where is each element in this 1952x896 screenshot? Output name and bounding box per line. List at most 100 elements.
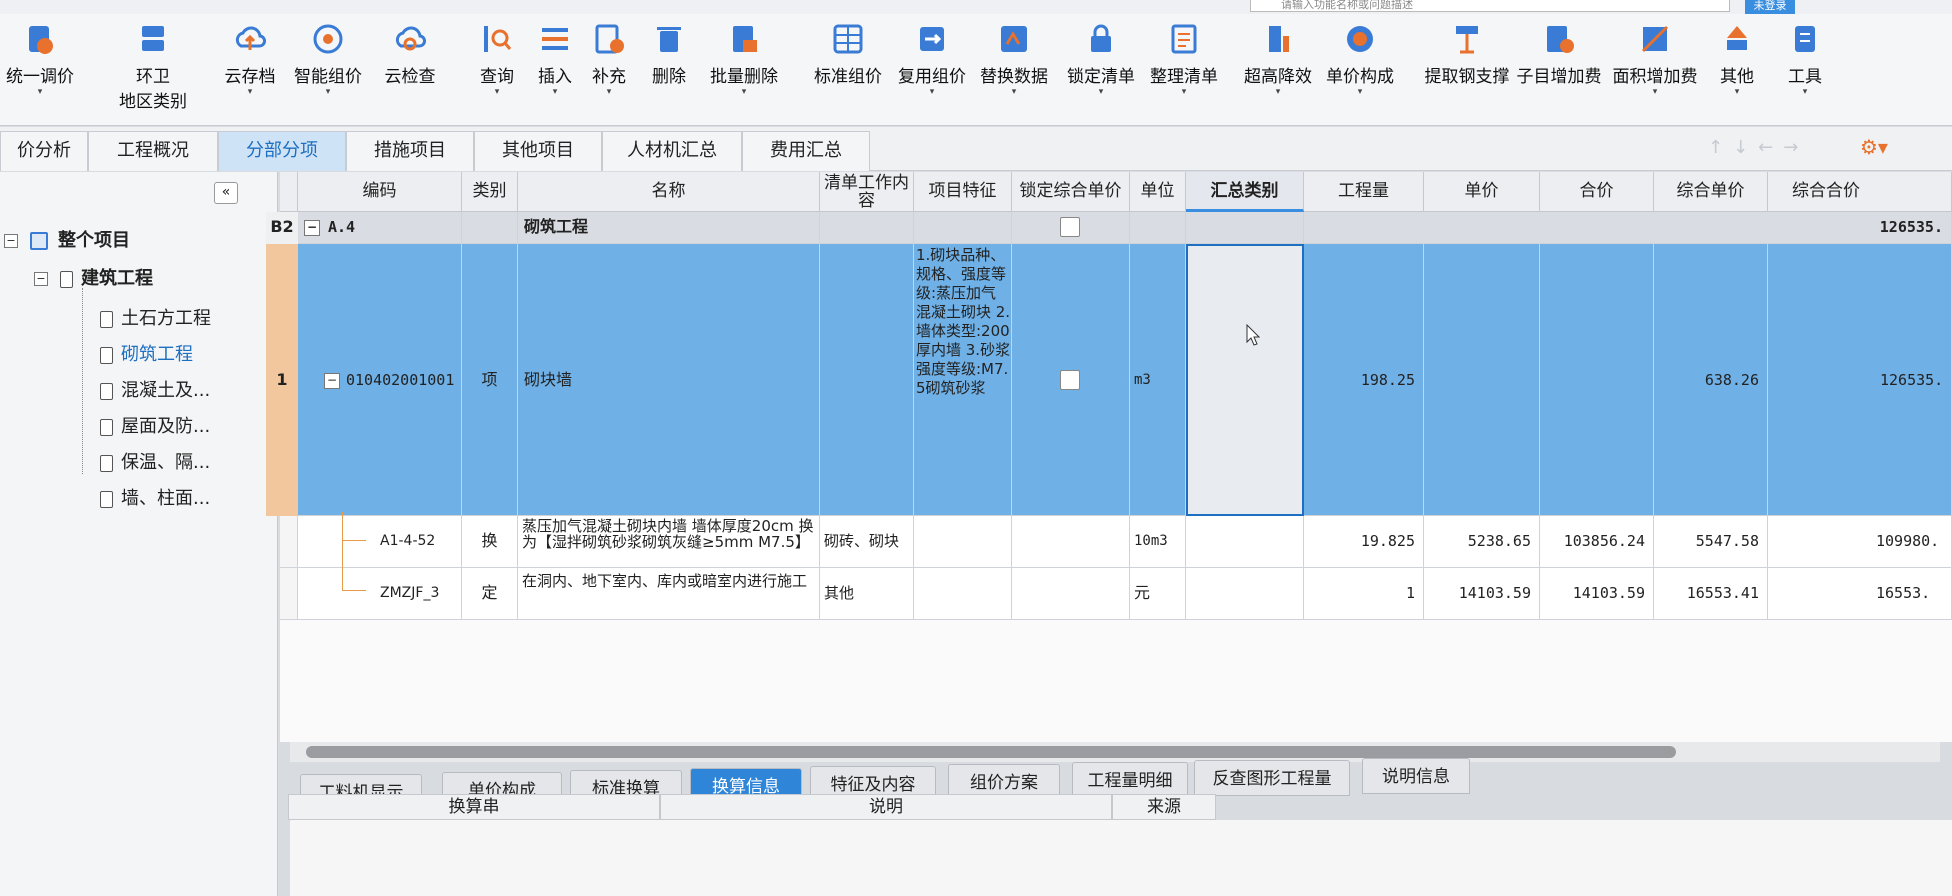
collapse-panel-button[interactable]: « <box>214 182 238 204</box>
tree-item-wall[interactable]: 墙、柱面... <box>100 484 210 510</box>
sub-unit-price[interactable]: 14103.59 <box>1424 568 1540 620</box>
tree-item-earthwork[interactable]: 土石方工程 <box>100 304 211 330</box>
header-comprehensive-price[interactable]: 综合单价 <box>1654 172 1768 212</box>
item-comprehensive-total[interactable]: 126535. <box>1768 244 1952 516</box>
lock-price-checkbox[interactable] <box>1060 217 1080 237</box>
insert-button[interactable]: 插入 ▾ <box>532 22 578 97</box>
item-quantity[interactable]: 198.25 <box>1304 244 1424 516</box>
supplement-button[interactable]: 补充 ▾ <box>586 22 632 97</box>
header-quantity[interactable]: 工程量 <box>1304 172 1424 212</box>
tree-root[interactable]: − 整个项目 <box>4 226 130 252</box>
sub-total-price[interactable]: 14103.59 <box>1540 568 1654 620</box>
tab-material-summary[interactable]: 人材机汇总 <box>602 131 742 171</box>
replace-data-button[interactable]: 替换数据 ▾ <box>978 22 1050 97</box>
header-total-price[interactable]: 合价 <box>1540 172 1654 212</box>
login-button[interactable]: 未登录 <box>1745 0 1795 14</box>
sub-unit-price[interactable]: 5238.65 <box>1424 516 1540 568</box>
collapse-icon[interactable]: − <box>304 219 320 236</box>
sub-comprehensive-total[interactable]: 16553. <box>1768 568 1952 620</box>
item-type[interactable]: 项 <box>462 244 518 516</box>
item-work-content[interactable] <box>820 244 914 516</box>
tab-measures[interactable]: 措施项目 <box>346 131 474 171</box>
sub-comprehensive-price[interactable]: 5547.58 <box>1654 516 1768 568</box>
sub-name[interactable]: 在洞内、地下室内、库内或暗室内进行施工 <box>518 568 820 620</box>
sub-comprehensive-total[interactable]: 109980. <box>1768 516 1952 568</box>
tab-overview[interactable]: 工程概况 <box>88 131 218 171</box>
sub-unit[interactable]: 元 <box>1130 568 1186 620</box>
sub-name[interactable]: 蒸压加气混凝土砌块内墙 墙体厚度20cm 换为【湿拌砌筑砂浆砌筑灰缝≥5mm M… <box>518 516 820 568</box>
settings-icon[interactable]: ⚙▾ <box>1860 135 1888 159</box>
tab-cost-summary[interactable]: 费用汇总 <box>742 131 870 171</box>
sub-item-fee-button[interactable]: 子目增加费 <box>1516 22 1602 87</box>
tab-reverse-lookup[interactable]: 反查图形工程量 <box>1194 760 1350 796</box>
super-height-button[interactable]: 超高降效 ▾ <box>1240 22 1316 97</box>
cloud-check-button[interactable]: 云检查 <box>380 22 440 87</box>
unit-price-composition-button[interactable]: 单价构成 ▾ <box>1322 22 1398 97</box>
tree-item-insulation[interactable]: 保温、隔... <box>100 448 210 474</box>
region-category-button[interactable]: 环卫 地区类别 <box>108 22 198 112</box>
organize-list-button[interactable]: 整理清单 ▾ <box>1146 22 1222 97</box>
sub-work-content[interactable]: 其他 <box>820 568 914 620</box>
unified-price-button[interactable]: 统一调价 ▾ <box>0 22 80 97</box>
lock-price-checkbox[interactable] <box>1060 370 1080 390</box>
sub-quantity[interactable]: 19.825 <box>1304 516 1424 568</box>
standard-pricing-button[interactable]: 标准组价 <box>810 22 886 87</box>
header-unit[interactable]: 单位 <box>1130 172 1186 212</box>
reuse-pricing-button[interactable]: 复用组价 ▾ <box>894 22 970 97</box>
item-unit[interactable]: m3 <box>1130 244 1186 516</box>
area-fee-button[interactable]: 面积增加费 ▾ <box>1612 22 1698 97</box>
sub-quantity[interactable]: 1 <box>1304 568 1424 620</box>
item-comprehensive-price[interactable]: 638.26 <box>1654 244 1768 516</box>
delete-button[interactable]: 删除 <box>646 22 692 87</box>
tab-quantity-detail[interactable]: 工程量明细 <box>1072 762 1188 798</box>
batch-delete-button[interactable]: 批量删除 ▾ <box>706 22 782 97</box>
sub-code[interactable]: A1-4-52 <box>298 516 462 568</box>
header-type[interactable]: 类别 <box>462 172 518 212</box>
item-code[interactable]: −010402001001 <box>298 244 462 516</box>
sub-code[interactable]: ZMZJF_3 <box>298 568 462 620</box>
header-lock-price[interactable]: 锁定综合单价 <box>1012 172 1130 212</box>
scrollbar-thumb[interactable] <box>306 746 1676 758</box>
sub-unit[interactable]: 10m3 <box>1130 516 1186 568</box>
other-button[interactable]: 其他 ▾ <box>1712 22 1762 97</box>
item-name[interactable]: 砌块墙 <box>518 244 820 516</box>
tree-item-masonry[interactable]: 砌筑工程 <box>100 340 193 366</box>
header-unit-price[interactable]: 单价 <box>1424 172 1540 212</box>
sub-comprehensive-price[interactable]: 16553.41 <box>1654 568 1768 620</box>
nav-arrows-icon[interactable]: ↑↓←→ <box>1708 137 1808 158</box>
table-row[interactable]: ZMZJF_3 定 在洞内、地下室内、库内或暗室内进行施工 其他 元 1 141… <box>280 568 1952 620</box>
cloud-archive-button[interactable]: 云存档 ▾ <box>220 22 280 97</box>
collapse-icon[interactable]: − <box>34 272 48 286</box>
tools-button[interactable]: 工具 ▾ <box>1780 22 1830 97</box>
item-feature[interactable]: 1.砌块品种、规格、强度等级:蒸压加气混凝土砌块 2.墙体类型:200厚内墙 3… <box>914 244 1012 516</box>
extract-steel-support-button[interactable]: 提取钢支撑 <box>1422 22 1512 87</box>
horizontal-scrollbar[interactable] <box>290 742 1940 762</box>
tab-price-analysis[interactable]: 价分析 <box>0 131 88 171</box>
summary-type-cell-active[interactable] <box>1186 244 1304 516</box>
sub-total-price[interactable]: 103856.24 <box>1540 516 1654 568</box>
header-summary-type[interactable]: 汇总类别 <box>1186 172 1304 212</box>
lock-list-button[interactable]: 锁定清单 ▾ <box>1064 22 1138 97</box>
search-input[interactable]: 请输入功能名称或问题描述 <box>1250 0 1730 12</box>
tab-description[interactable]: 说明信息 <box>1362 758 1470 794</box>
sub-type[interactable]: 换 <box>462 516 518 568</box>
tree-item-roof[interactable]: 屋面及防... <box>100 412 210 438</box>
tree-item-concrete[interactable]: 混凝土及... <box>100 376 210 402</box>
tree-building[interactable]: − 建筑工程 <box>34 264 153 290</box>
query-button[interactable]: 查询 ▾ <box>474 22 520 97</box>
smart-pricing-button[interactable]: 智能组价 ▾ <box>288 22 368 97</box>
header-work-content[interactable]: 清单工作内容 <box>820 172 914 212</box>
collapse-icon[interactable]: − <box>4 234 18 248</box>
header-feature[interactable]: 项目特征 <box>914 172 1012 212</box>
sub-type[interactable]: 定 <box>462 568 518 620</box>
table-row-selected[interactable]: 1 −010402001001 项 砌块墙 1.砌块品种、规格、强度等级:蒸压加… <box>266 244 1952 516</box>
header-name[interactable]: 名称 <box>518 172 820 212</box>
tab-other-items[interactable]: 其他项目 <box>474 131 602 171</box>
collapse-icon[interactable]: − <box>324 372 340 389</box>
section-row[interactable]: B2 − A.4 砌筑工程 126535. <box>266 212 1952 244</box>
header-comprehensive-total[interactable]: 综合合价 <box>1768 172 1952 212</box>
table-row[interactable]: A1-4-52 换 蒸压加气混凝土砌块内墙 墙体厚度20cm 换为【湿拌砌筑砂浆… <box>280 516 1952 568</box>
tab-sub-items[interactable]: 分部分项 <box>218 131 346 171</box>
sub-work-content[interactable]: 砌砖、砌块 <box>820 516 914 568</box>
header-code[interactable]: 编码 <box>298 172 462 212</box>
